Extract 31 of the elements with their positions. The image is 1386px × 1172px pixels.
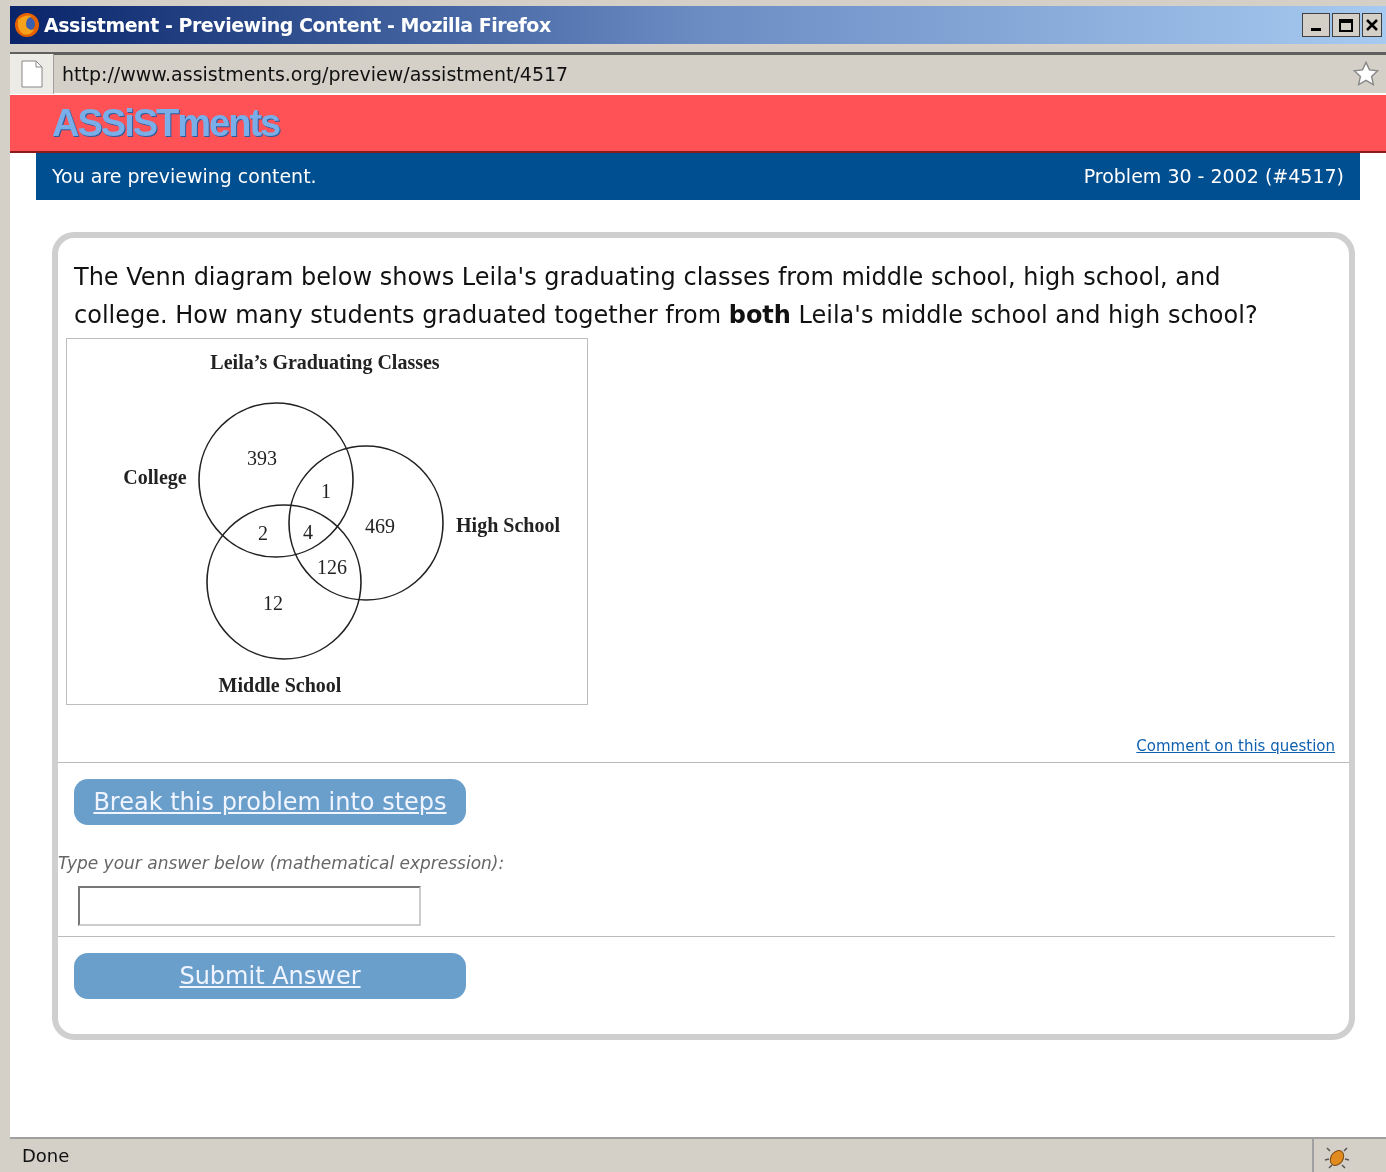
submit-button[interactable]: Submit Answer <box>74 953 466 999</box>
region-count: 1 <box>321 480 331 502</box>
region-count: 4 <box>303 521 313 543</box>
close-icon <box>1366 19 1378 31</box>
diagram-title: Leila’s Graduating Classes <box>210 351 440 373</box>
problem-id: Problem 30 - 2002 (#4517) <box>1083 164 1344 190</box>
region-count: 469 <box>365 515 395 537</box>
set-label: Middle School <box>218 674 342 696</box>
preview-message: You are previewing content. <box>52 164 317 190</box>
minimize-button[interactable] <box>1302 13 1330 37</box>
maximize-button[interactable] <box>1332 13 1360 37</box>
address-bar[interactable]: http://www.assistments.org/preview/assistment/4517 <box>10 52 1386 95</box>
page-icon <box>20 60 43 88</box>
url-text: http://www.assistments.org/preview/assistment/4517 <box>62 61 569 87</box>
question-text: The Venn diagram below shows Leila's graduating classes from middle school, high school, and college. How many students graduated together from both Leila's middle school and high school? <box>73 262 1259 331</box>
window-title: Assistment - Previewing Content - Mozilla Firefox <box>44 12 551 38</box>
browser-logo-icon <box>14 12 40 38</box>
status-text: Done <box>22 1144 71 1168</box>
answer-label: Type your answer below (mathematical expression): <box>58 851 506 875</box>
comment-link[interactable]: Comment on this question <box>1136 735 1335 758</box>
set-label: High School <box>456 514 560 536</box>
region-count: 126 <box>317 556 347 578</box>
region-count: 393 <box>247 447 277 469</box>
site-logo[interactable]: ASSiSTments <box>52 94 280 152</box>
region-count: 2 <box>258 522 268 544</box>
answer-field[interactable] <box>78 886 421 926</box>
bookmark-star-icon[interactable] <box>1352 60 1380 88</box>
close-button[interactable] <box>1362 13 1382 37</box>
steps-button[interactable]: Break this problem into steps <box>74 778 466 825</box>
set-label: College <box>123 466 187 488</box>
region-count: 12 <box>263 592 283 614</box>
